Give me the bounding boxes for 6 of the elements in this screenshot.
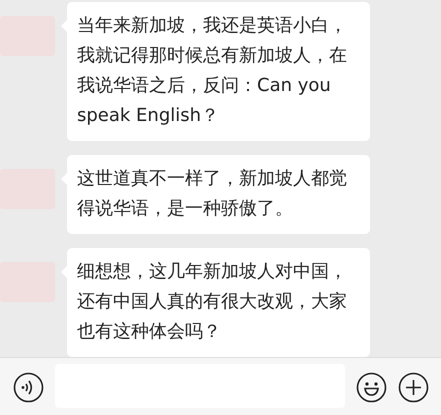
message-text: 细想想，这几年新加坡人对中国， 还有中国人真的有很大改观，大家 也有这种体会吗？ [77,261,347,342]
message-text: 当年来新加坡，我还是英语小白， 我就记得那时候总有新加坡人，在 我说华语之后，反问：Can you speak English？ [77,15,347,126]
message-text: 这世道真不一样了，新加坡人都觉 得说华语，是一种骄傲了。 [77,168,347,219]
plus-icon[interactable] [398,372,429,403]
voice-icon[interactable] [13,372,44,403]
emoji-icon[interactable] [356,372,387,403]
